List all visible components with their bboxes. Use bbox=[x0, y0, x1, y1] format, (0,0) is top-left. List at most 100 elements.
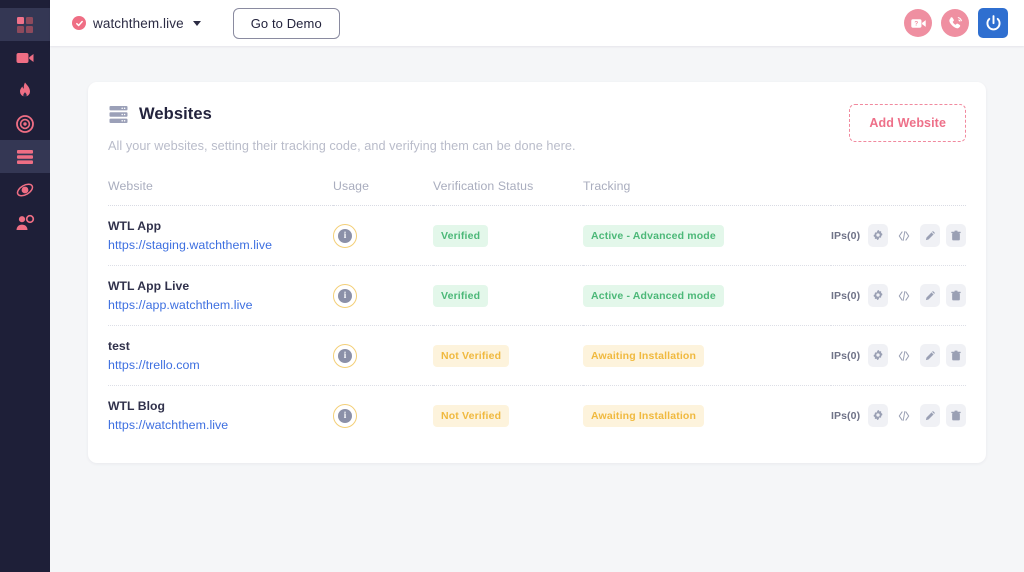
websites-table: Website Usage Verification Status Tracki… bbox=[108, 179, 966, 445]
ips-count-label[interactable]: IPs(0) bbox=[831, 410, 860, 422]
tracking-code-button[interactable] bbox=[894, 404, 914, 427]
tracking-code-button[interactable] bbox=[894, 344, 914, 367]
main-area: watchthem.live Go to Demo ? bbox=[50, 0, 1024, 572]
code-icon bbox=[897, 349, 911, 363]
code-icon bbox=[897, 409, 911, 423]
cell-usage: i bbox=[333, 386, 433, 446]
edit-button[interactable] bbox=[920, 344, 940, 367]
video-icon bbox=[15, 48, 35, 68]
add-website-button[interactable]: Add Website bbox=[849, 104, 966, 142]
delete-button[interactable] bbox=[946, 224, 966, 247]
table-body: WTL App https://staging.watchthem.live i… bbox=[108, 206, 966, 446]
row-actions: IPs(0) bbox=[831, 224, 966, 247]
sidebar-item-analytics[interactable] bbox=[0, 173, 50, 206]
ips-count-label[interactable]: IPs(0) bbox=[831, 290, 860, 302]
cell-website: WTL App Live https://app.watchthem.live bbox=[108, 266, 333, 326]
settings-button[interactable] bbox=[868, 404, 888, 427]
tracking-status-badge: Active - Advanced mode bbox=[583, 285, 724, 307]
delete-button[interactable] bbox=[946, 404, 966, 427]
pencil-icon bbox=[923, 229, 937, 243]
edit-button[interactable] bbox=[920, 224, 940, 247]
sidebar-item-goals[interactable] bbox=[0, 107, 50, 140]
ips-count-label[interactable]: IPs(0) bbox=[831, 350, 860, 362]
verification-status-badge: Not Verified bbox=[433, 345, 509, 367]
phone-support-icon bbox=[947, 15, 964, 32]
topbar-actions: ? bbox=[904, 8, 1008, 38]
cell-verification: Not Verified bbox=[433, 326, 583, 386]
page-title: Websites bbox=[139, 105, 212, 124]
card-header: Websites All your websites, setting thei… bbox=[108, 104, 966, 153]
pencil-icon bbox=[923, 349, 937, 363]
gear-icon bbox=[871, 229, 885, 243]
website-url[interactable]: https://trello.com bbox=[108, 358, 333, 372]
logout-button[interactable] bbox=[978, 8, 1008, 38]
edit-button[interactable] bbox=[920, 284, 940, 307]
content-area: Websites All your websites, setting thei… bbox=[50, 46, 1024, 572]
usage-info-button[interactable]: i bbox=[333, 404, 357, 428]
row-actions: IPs(0) bbox=[831, 404, 966, 427]
power-icon bbox=[984, 14, 1003, 33]
sidebar-item-team[interactable] bbox=[0, 206, 50, 239]
gear-icon bbox=[871, 289, 885, 303]
cell-tracking: Awaiting Installation bbox=[583, 386, 831, 446]
website-name: WTL Blog bbox=[108, 399, 333, 413]
sidebar-item-dashboard[interactable] bbox=[0, 8, 50, 41]
settings-button[interactable] bbox=[868, 284, 888, 307]
usage-info-button[interactable]: i bbox=[333, 344, 357, 368]
delete-button[interactable] bbox=[946, 344, 966, 367]
cell-actions: IPs(0) bbox=[831, 266, 966, 326]
ips-count-label[interactable]: IPs(0) bbox=[831, 230, 860, 242]
gear-icon bbox=[871, 409, 885, 423]
row-actions: IPs(0) bbox=[831, 284, 966, 307]
cell-tracking: Awaiting Installation bbox=[583, 326, 831, 386]
brand-selector[interactable]: watchthem.live bbox=[72, 16, 201, 31]
help-video-button[interactable]: ? bbox=[904, 9, 932, 37]
table-head: Website Usage Verification Status Tracki… bbox=[108, 179, 966, 206]
code-icon bbox=[897, 229, 911, 243]
cell-usage: i bbox=[333, 206, 433, 266]
row-actions: IPs(0) bbox=[831, 344, 966, 367]
chevron-down-icon bbox=[193, 21, 201, 26]
tracking-status-badge: Awaiting Installation bbox=[583, 345, 704, 367]
usage-info-button[interactable]: i bbox=[333, 224, 357, 248]
websites-card: Websites All your websites, setting thei… bbox=[88, 82, 986, 463]
grid-icon bbox=[15, 15, 35, 35]
svg-text:?: ? bbox=[914, 20, 918, 27]
sidebar-item-websites[interactable] bbox=[0, 140, 50, 173]
website-name: WTL App Live bbox=[108, 279, 333, 293]
usage-info-button[interactable]: i bbox=[333, 284, 357, 308]
website-url[interactable]: https://app.watchthem.live bbox=[108, 298, 333, 312]
trash-icon bbox=[949, 229, 963, 243]
gear-icon bbox=[871, 349, 885, 363]
user-gear-icon bbox=[15, 213, 35, 233]
delete-button[interactable] bbox=[946, 284, 966, 307]
website-url[interactable]: https://staging.watchthem.live bbox=[108, 238, 333, 252]
info-icon: i bbox=[338, 409, 352, 423]
sidebar-item-heatmaps[interactable] bbox=[0, 74, 50, 107]
settings-button[interactable] bbox=[868, 344, 888, 367]
top-bar: watchthem.live Go to Demo ? bbox=[50, 0, 1024, 46]
info-icon: i bbox=[338, 349, 352, 363]
pencil-icon bbox=[923, 289, 937, 303]
info-icon: i bbox=[338, 229, 352, 243]
settings-button[interactable] bbox=[868, 224, 888, 247]
verification-status-badge: Verified bbox=[433, 225, 488, 247]
sidebar-item-recordings[interactable] bbox=[0, 41, 50, 74]
cell-verification: Verified bbox=[433, 206, 583, 266]
support-call-button[interactable] bbox=[941, 9, 969, 37]
trash-icon bbox=[949, 289, 963, 303]
column-header-usage: Usage bbox=[333, 179, 433, 206]
server-stack-icon bbox=[108, 104, 129, 125]
flame-icon bbox=[15, 81, 35, 101]
trash-icon bbox=[949, 409, 963, 423]
code-icon bbox=[897, 289, 911, 303]
website-url[interactable]: https://watchthem.live bbox=[108, 418, 333, 432]
cell-usage: i bbox=[333, 266, 433, 326]
app-root: watchthem.live Go to Demo ? bbox=[0, 0, 1024, 572]
website-name: test bbox=[108, 339, 333, 353]
table-row: test https://trello.com i Not Verified A… bbox=[108, 326, 966, 386]
go-to-demo-button[interactable]: Go to Demo bbox=[233, 8, 340, 39]
tracking-code-button[interactable] bbox=[894, 224, 914, 247]
edit-button[interactable] bbox=[920, 404, 940, 427]
tracking-code-button[interactable] bbox=[894, 284, 914, 307]
